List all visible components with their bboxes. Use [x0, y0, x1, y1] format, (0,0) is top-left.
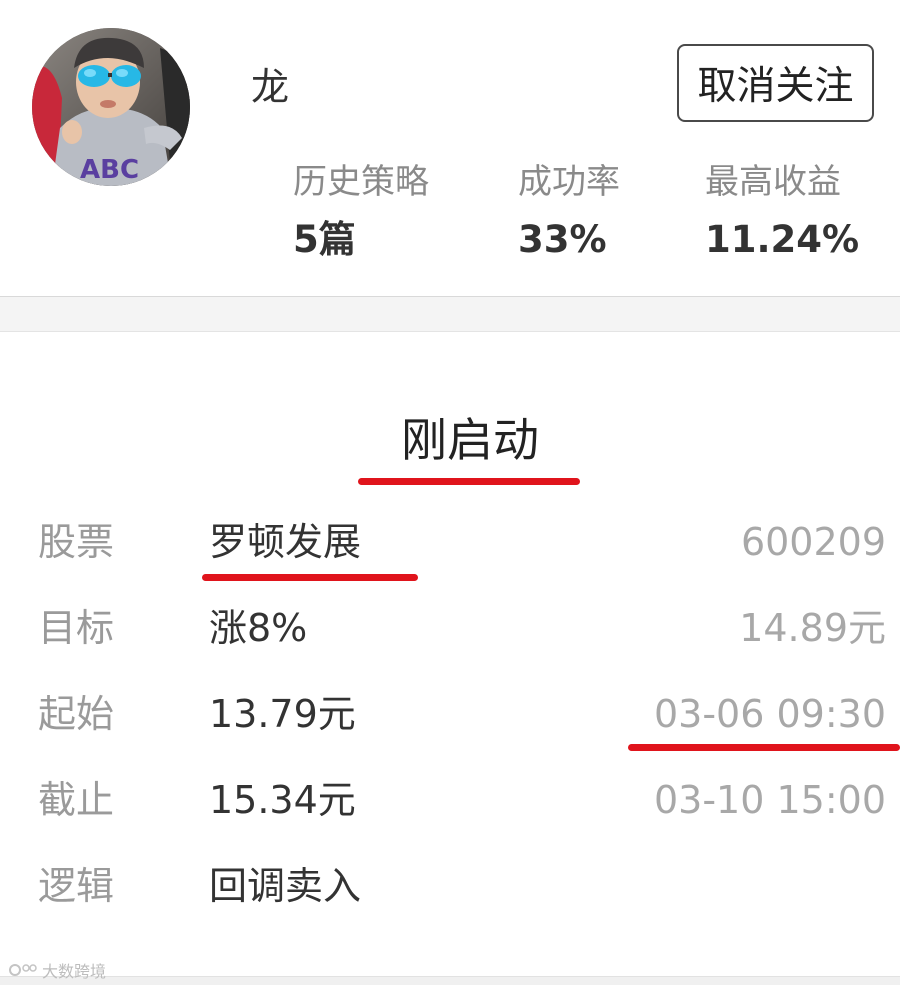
detail-row-stock: 股票 罗顿发展 600209: [0, 512, 900, 572]
row-label: 股票: [38, 520, 115, 564]
target-price: 14.89元: [739, 606, 886, 650]
watermark: 大数跨境: [8, 958, 106, 982]
strategy-card[interactable]: 刚启动 股票 罗顿发展 600209 目标 涨8% 14.89元 起始 13.7…: [0, 332, 900, 985]
start-price: 13.79元: [209, 692, 356, 736]
stat-value: 5篇: [293, 218, 356, 261]
bottom-divider: [0, 976, 900, 985]
start-time: 03-06 09:30: [653, 692, 886, 736]
red-underline-mark: [628, 744, 900, 751]
strategy-status-title: 刚启动: [401, 413, 539, 467]
strategy-logic: 回调卖入: [209, 864, 362, 908]
detail-row-target: 目标 涨8% 14.89元: [0, 598, 900, 658]
row-label: 目标: [38, 606, 115, 650]
strategy-profile-page: ABC 龙 取消关注 历史策略 5篇 成功率 33% 最高收益 11.24% 刚…: [0, 0, 900, 985]
stat-max-return: 最高收益 11.24%: [705, 160, 859, 262]
end-time: 03-10 15:00: [653, 778, 886, 822]
stat-label: 最高收益: [705, 162, 841, 202]
svg-text:ABC: ABC: [80, 155, 139, 185]
watermark-text: 大数跨境: [42, 962, 107, 981]
detail-row-end: 截止 15.34元 03-10 15:00: [0, 770, 900, 830]
stat-label: 成功率: [518, 162, 620, 202]
detail-row-logic: 逻辑 回调卖入: [0, 856, 900, 916]
stat-value: 11.24%: [705, 218, 860, 261]
target-change: 涨8%: [209, 606, 308, 650]
detail-row-start: 起始 13.79元 03-06 09:30: [0, 684, 900, 744]
stat-value: 33%: [518, 218, 607, 261]
logo-icon: [9, 964, 37, 976]
stat-history-strategies: 历史策略 5篇: [293, 160, 429, 262]
red-underline-mark: [202, 574, 418, 581]
section-divider: [0, 297, 900, 332]
avatar[interactable]: ABC: [32, 28, 190, 186]
stat-label: 历史策略: [293, 162, 429, 202]
unfollow-button[interactable]: 取消关注: [677, 44, 874, 122]
stat-success-rate: 成功率 33%: [518, 160, 620, 262]
row-label: 逻辑: [38, 864, 115, 908]
username: 龙: [251, 65, 290, 109]
row-label: 起始: [38, 692, 115, 736]
stock-code: 600209: [740, 520, 886, 564]
profile-card: ABC 龙 取消关注 历史策略 5篇 成功率 33% 最高收益 11.24%: [0, 0, 900, 297]
row-label: 截止: [38, 778, 115, 822]
stock-name: 罗顿发展: [209, 520, 362, 564]
end-price: 15.34元: [209, 778, 356, 822]
red-underline-mark: [358, 478, 580, 485]
avatar-photo-icon: ABC: [32, 28, 190, 186]
